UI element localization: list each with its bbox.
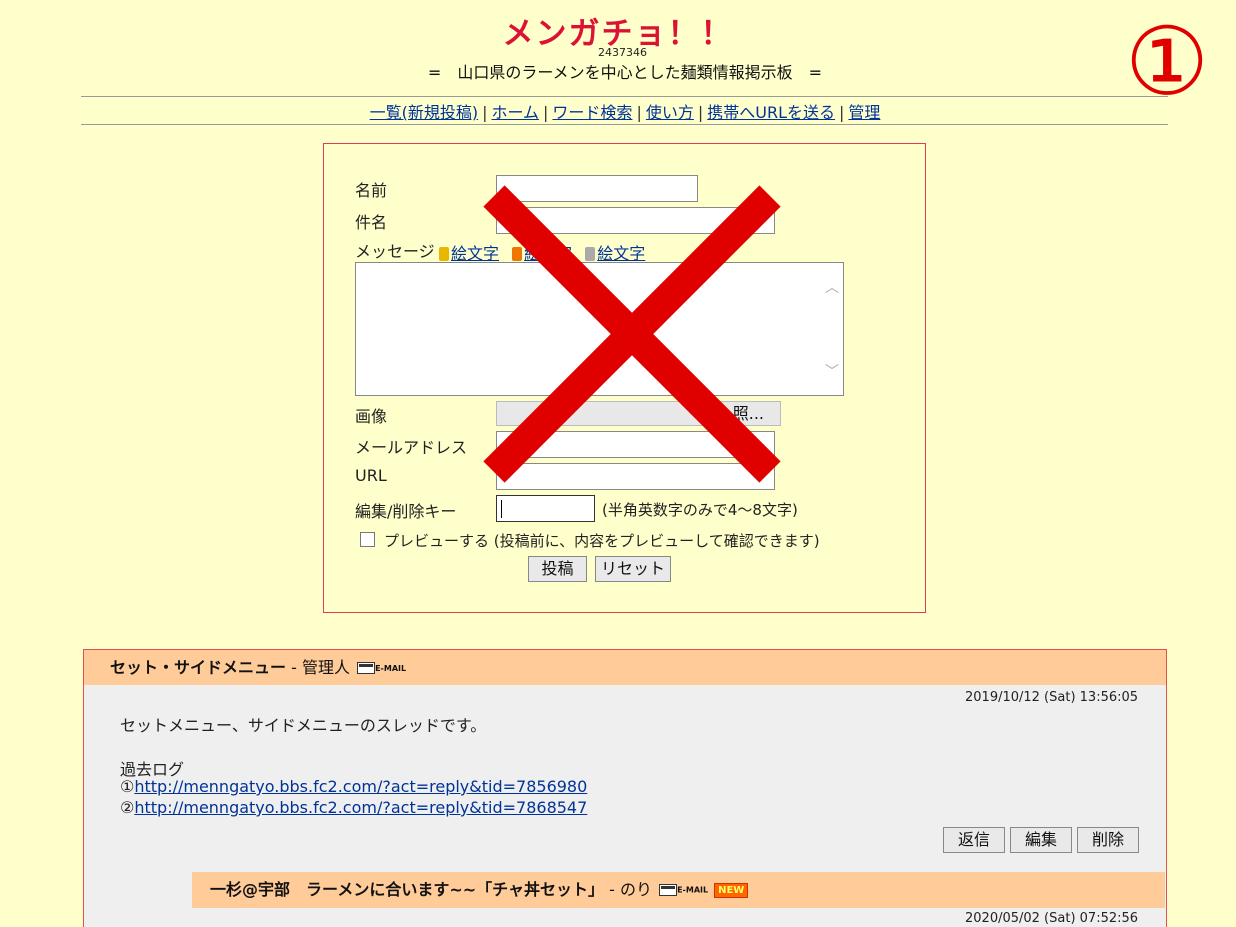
log-link-1[interactable]: http://menngatyo.bbs.fc2.com/?act=reply&… bbox=[134, 777, 587, 796]
site-subtitle: = 山口県のラーメンを中心とした麺類情報掲示板 = bbox=[427, 63, 823, 82]
log-link-row-1: ①http://menngatyo.bbs.fc2.com/?act=reply… bbox=[120, 777, 587, 796]
emoji-docomo-icon bbox=[439, 247, 449, 261]
new-badge: NEW bbox=[714, 883, 749, 898]
preview-label: プレビューする (投稿前に、内容をプレビューして確認できます) bbox=[384, 532, 820, 550]
author-separator: - bbox=[286, 658, 302, 677]
nav-list-new-post[interactable]: 一覧(新規投稿) bbox=[370, 103, 479, 122]
submit-button[interactable]: 投稿 bbox=[528, 556, 587, 582]
edit-key-label: 編集/削除キー bbox=[355, 502, 457, 521]
url-label: URL bbox=[355, 466, 387, 485]
thread-author: 管理人 bbox=[301, 658, 350, 677]
edit-button[interactable]: 編集 bbox=[1010, 827, 1072, 853]
name-label: 名前 bbox=[355, 181, 388, 200]
nav-top-divider bbox=[81, 96, 1168, 97]
nav-home[interactable]: ホーム bbox=[492, 103, 540, 122]
main-nav: 一覧(新規投稿) | ホーム | ワード検索 | 使い方 | 携帯へURLを送る | 管理 bbox=[369, 103, 881, 122]
log-prefix-2: ② bbox=[120, 798, 135, 817]
scroll-up-icon[interactable]: ︿ bbox=[825, 277, 839, 297]
circled-number-annotation: ① bbox=[1124, 8, 1210, 117]
reply-email-icon[interactable] bbox=[659, 873, 678, 909]
thread-title: セット・サイドメニュー bbox=[110, 658, 287, 677]
thread-date: 2019/10/12 (Sat) 13:56:05 bbox=[965, 690, 1139, 705]
scroll-down-icon[interactable]: ﹀ bbox=[825, 361, 839, 381]
delete-button[interactable]: 削除 bbox=[1077, 827, 1139, 853]
nav-how-to-use[interactable]: 使い方 bbox=[646, 103, 694, 122]
thread-post: セット・サイドメニュー - 管理人 E-MAIL 2019/10/12 (Sat… bbox=[83, 649, 1167, 927]
reply-email-label[interactable]: E-MAIL bbox=[677, 886, 708, 895]
email-label: メールアドレス bbox=[355, 438, 468, 457]
message-label: メッセージ bbox=[355, 242, 435, 261]
red-cross-mark bbox=[483, 185, 781, 483]
email-label[interactable]: E-MAIL bbox=[375, 664, 406, 673]
reply-header: 一杉@宇部 ラーメンに合います~~「チャ丼セット」 - のり E-MAIL NEW bbox=[192, 872, 1165, 908]
text-cursor bbox=[501, 500, 502, 518]
reply-title: 一杉@宇部 ラーメンに合います~~「チャ丼セット」 bbox=[210, 880, 605, 899]
email-icon[interactable] bbox=[357, 651, 376, 686]
nav-send-url-to-mobile[interactable]: 携帯へURLを送る bbox=[707, 103, 835, 122]
access-counter: 2437346 bbox=[598, 46, 647, 59]
nav-admin[interactable]: 管理 bbox=[848, 103, 880, 122]
reply-date: 2020/05/02 (Sat) 07:52:56 bbox=[965, 911, 1139, 926]
reset-button[interactable]: リセット bbox=[595, 556, 671, 582]
edit-key-hint: (半角英数字のみで4～8文字) bbox=[602, 501, 798, 519]
reply-button[interactable]: 返信 bbox=[943, 827, 1005, 853]
edit-key-input[interactable] bbox=[496, 495, 595, 522]
post-form: 名前 件名 メッセージ 絵文字 絵文字 絵文字 ︿ ﹀ 画像 照... メールア… bbox=[323, 143, 926, 613]
reply-author: のり bbox=[619, 880, 652, 899]
thread-header: セット・サイドメニュー - 管理人 E-MAIL bbox=[84, 650, 1166, 685]
log-link-2[interactable]: http://menngatyo.bbs.fc2.com/?act=reply&… bbox=[134, 798, 587, 817]
log-link-row-2: ②http://menngatyo.bbs.fc2.com/?act=reply… bbox=[120, 798, 587, 817]
log-prefix-1: ① bbox=[120, 777, 135, 796]
preview-checkbox[interactable] bbox=[360, 532, 375, 547]
subject-label: 件名 bbox=[355, 213, 388, 232]
image-label: 画像 bbox=[355, 407, 388, 426]
reply-author-separator: - bbox=[604, 880, 620, 899]
thread-body-line1: セットメニュー、サイドメニューのスレッドです。 bbox=[120, 716, 487, 735]
nav-word-search[interactable]: ワード検索 bbox=[552, 103, 632, 122]
nav-bottom-divider bbox=[81, 124, 1168, 125]
